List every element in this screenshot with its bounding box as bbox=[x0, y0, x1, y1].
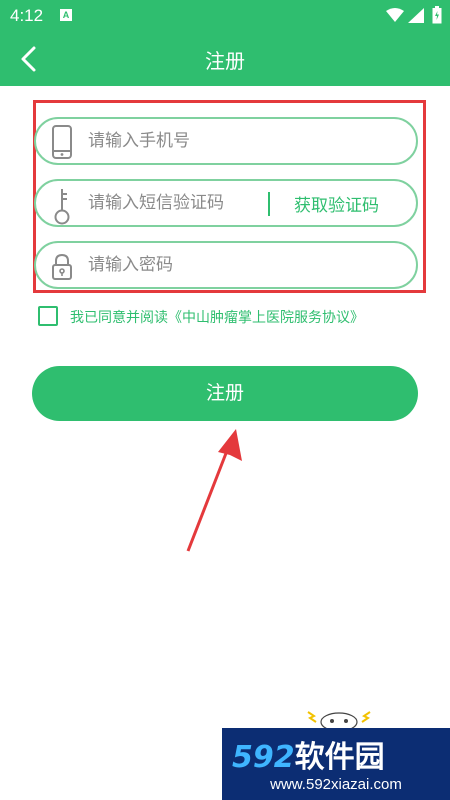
phone-icon bbox=[52, 125, 72, 159]
agreement-prefix: 我已同意并阅读 bbox=[70, 310, 168, 326]
agreement-checkbox[interactable] bbox=[38, 306, 58, 326]
status-time: 4:12 bbox=[10, 6, 44, 25]
notification-a-icon: A bbox=[60, 9, 72, 21]
mascot-icon bbox=[307, 711, 371, 730]
wifi-icon bbox=[386, 8, 404, 22]
watermark-brand: 592软件园 bbox=[232, 732, 385, 776]
app-bar: 注册 bbox=[0, 32, 450, 86]
lock-icon bbox=[52, 253, 72, 280]
watermark-url: www.592xiazai.com bbox=[270, 776, 402, 793]
watermark-brand-text: 软件园 bbox=[294, 740, 385, 775]
phone-field bbox=[34, 117, 418, 165]
watermark-banner: 592软件园 www.592xiazai.com bbox=[222, 728, 450, 800]
signal-icon bbox=[408, 8, 424, 23]
sms-code-field: 获取验证码 bbox=[34, 179, 418, 227]
arrow-annotation bbox=[186, 429, 242, 552]
status-bar: 4:12 A bbox=[0, 0, 450, 32]
sms-code-input[interactable] bbox=[88, 181, 266, 225]
register-button[interactable]: 注册 bbox=[32, 366, 418, 421]
battery-icon bbox=[432, 6, 442, 24]
agreement-text: 我已同意并阅读《中山肿瘤掌上医院服务协议》 bbox=[70, 307, 364, 327]
get-code-button[interactable]: 获取验证码 bbox=[294, 191, 379, 216]
page-title: 注册 bbox=[205, 49, 245, 73]
input-divider bbox=[268, 192, 270, 216]
watermark-number: 592 bbox=[232, 740, 295, 775]
password-field bbox=[34, 241, 418, 289]
agreement-link[interactable]: 《中山肿瘤掌上医院服务协议》 bbox=[168, 310, 364, 326]
phone-input[interactable] bbox=[88, 119, 408, 163]
watermark: 592软件园 www.592xiazai.com bbox=[222, 711, 450, 800]
key-icon bbox=[54, 189, 70, 225]
password-input[interactable] bbox=[88, 243, 408, 287]
